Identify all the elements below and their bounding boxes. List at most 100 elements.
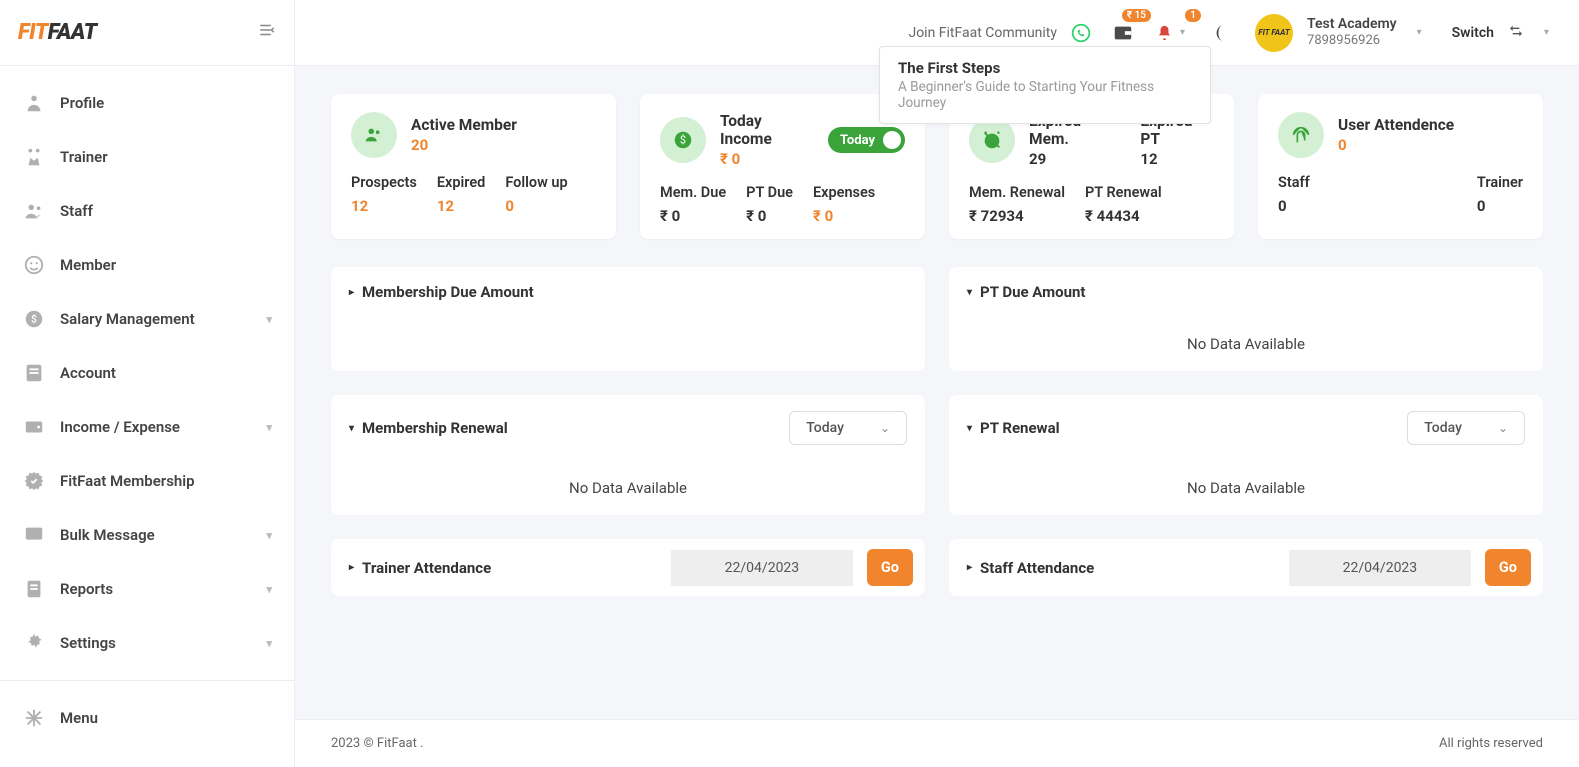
expand-icon: ▾ [967, 423, 972, 434]
sub-value: 12 [351, 197, 417, 215]
sub-label: Expired [437, 174, 485, 191]
card-user-attendance[interactable]: User Attendence 0 Staff 0 Trainer 0 [1258, 94, 1543, 239]
sidebar-item-label: FitFaat Membership [60, 472, 195, 490]
sub-value: 0 [1278, 197, 1310, 215]
chevron-down-icon[interactable]: ▾ [1411, 27, 1428, 38]
community-link[interactable]: Join FitFaat Community [908, 25, 1057, 41]
expand-icon: ▾ [967, 287, 972, 298]
date-input[interactable] [671, 550, 853, 586]
sub-value: ₹ 0 [660, 207, 726, 225]
sub-label: Prospects [351, 174, 417, 191]
account-name: Test Academy [1307, 16, 1397, 33]
sub-label: Staff [1278, 174, 1310, 191]
card-value: 20 [411, 136, 517, 154]
sub-label: PT Renewal [1085, 184, 1162, 201]
chevron-down-icon[interactable]: ▾ [1538, 27, 1555, 38]
sidebar-item-bulk-message[interactable]: Bulk Message ▾ [0, 508, 294, 562]
sub-label: Mem. Due [660, 184, 726, 201]
chevron-down-icon: ⌄ [1498, 421, 1508, 435]
card-active-member[interactable]: Active Member 20 Prospects 12 Expired 12 F… [331, 94, 616, 239]
sidebar-item-trainer[interactable]: Trainer [0, 130, 294, 184]
message-icon [22, 523, 46, 547]
brand-avatar[interactable]: FIT FAAT [1255, 14, 1293, 52]
sub-value: ₹ 72934 [969, 207, 1065, 225]
sidebar-item-fitfaat-membership[interactable]: FitFaat Membership [0, 454, 294, 508]
switch-icon[interactable] [1508, 23, 1524, 43]
sidebar-item-label: Reports [60, 580, 113, 598]
wallet-icon [22, 415, 46, 439]
sidebar-item-account[interactable]: Account [0, 346, 294, 400]
go-button[interactable]: Go [867, 549, 913, 586]
panel-pt-due: ▾PT Due Amount No Data Available [949, 267, 1543, 371]
date-input[interactable] [1289, 550, 1471, 586]
dark-mode-icon[interactable] [1205, 15, 1241, 51]
panel-header[interactable]: ▾Membership Renewal Today⌄ [331, 395, 925, 461]
sub-value: 0 [1477, 197, 1523, 215]
collapse-icon: ▸ [349, 562, 354, 573]
sub-value: 12 [437, 197, 485, 215]
sidebar-collapse-icon[interactable] [258, 21, 276, 44]
money-icon: $ [660, 117, 706, 163]
chevron-down-icon: ▾ [266, 529, 272, 542]
sub-value: ₹ 0 [813, 207, 875, 225]
svg-text:$: $ [680, 134, 686, 147]
card-title: User Attendence [1338, 116, 1454, 134]
sub-label: Trainer [1477, 174, 1523, 191]
main: Join FitFaat Community ₹ 15 1 ▾ FIT FAAT… [295, 0, 1579, 767]
gear-icon [22, 631, 46, 655]
account-info[interactable]: Test Academy 7898956926 [1307, 16, 1397, 48]
logo[interactable]: FITFAAT [18, 20, 97, 45]
sidebar-item-label: Staff [60, 202, 93, 220]
sidebar: FITFAAT Profile Trainer Staff Member [0, 0, 295, 767]
reports-icon [22, 577, 46, 601]
sidebar-item-income-expense[interactable]: Income / Expense ▾ [0, 400, 294, 454]
panel-staff-attendance: ▸Staff Attendance Go [949, 539, 1543, 596]
account-icon [22, 361, 46, 385]
sidebar-nav: Profile Trainer Staff Member $ Salary Ma… [0, 66, 294, 767]
staff-icon [22, 199, 46, 223]
footer: 2023 © FitFaat . All rights reserved [295, 719, 1579, 767]
profile-icon [22, 91, 46, 115]
sub-label: Follow up [505, 174, 567, 191]
card-value: 0 [1338, 136, 1454, 154]
card-value: 12 [1140, 150, 1214, 168]
today-toggle[interactable]: Today [828, 127, 905, 153]
sidebar-item-member[interactable]: Member [0, 238, 294, 292]
menu-icon [22, 706, 46, 730]
collapse-icon: ▸ [349, 287, 354, 298]
sidebar-item-staff[interactable]: Staff [0, 184, 294, 238]
card-value: 29 [1029, 150, 1122, 168]
fingerprint-icon [1278, 112, 1324, 158]
whatsapp-icon[interactable] [1071, 23, 1091, 43]
sidebar-item-profile[interactable]: Profile [0, 76, 294, 130]
chevron-down-icon: ▾ [266, 421, 272, 434]
sidebar-item-salary[interactable]: $ Salary Management ▾ [0, 292, 294, 346]
sidebar-item-menu[interactable]: Menu [0, 691, 294, 745]
sub-value: ₹ 44434 [1085, 207, 1162, 225]
toggle-knob [883, 131, 901, 149]
chevron-down-icon: ▾ [266, 637, 272, 650]
sidebar-item-label: Menu [60, 709, 98, 727]
content: Active Member 20 Prospects 12 Expired 12 F… [295, 66, 1579, 719]
panel-header[interactable]: ▸Membership Due Amount [331, 267, 925, 317]
panel-header: ▸Trainer Attendance Go [331, 539, 925, 596]
sidebar-item-reports[interactable]: Reports ▾ [0, 562, 294, 616]
panel-header[interactable]: ▾PT Renewal Today⌄ [949, 395, 1543, 461]
tips-popover[interactable]: The First Steps A Beginner's Guide to St… [879, 46, 1211, 124]
sidebar-item-label: Bulk Message [60, 526, 155, 544]
sidebar-item-label: Account [60, 364, 116, 382]
popover-subtitle: A Beginner's Guide to Starting Your Fitn… [898, 79, 1192, 111]
sidebar-item-settings[interactable]: Settings ▾ [0, 616, 294, 670]
switch-button[interactable]: Switch [1452, 25, 1494, 41]
card-value: ₹ 0 [720, 150, 814, 168]
panel-pt-renewal: ▾PT Renewal Today⌄ No Data Available [949, 395, 1543, 515]
chevron-down-icon: ▾ [266, 583, 272, 596]
card-title: Active Member [411, 116, 517, 134]
sub-label: PT Due [746, 184, 793, 201]
period-select[interactable]: Today⌄ [789, 411, 907, 445]
chevron-down-icon: ▾ [1174, 27, 1191, 38]
go-button[interactable]: Go [1485, 549, 1531, 586]
period-select[interactable]: Today⌄ [1407, 411, 1525, 445]
verified-icon [22, 469, 46, 493]
panel-header[interactable]: ▾PT Due Amount [949, 267, 1543, 317]
